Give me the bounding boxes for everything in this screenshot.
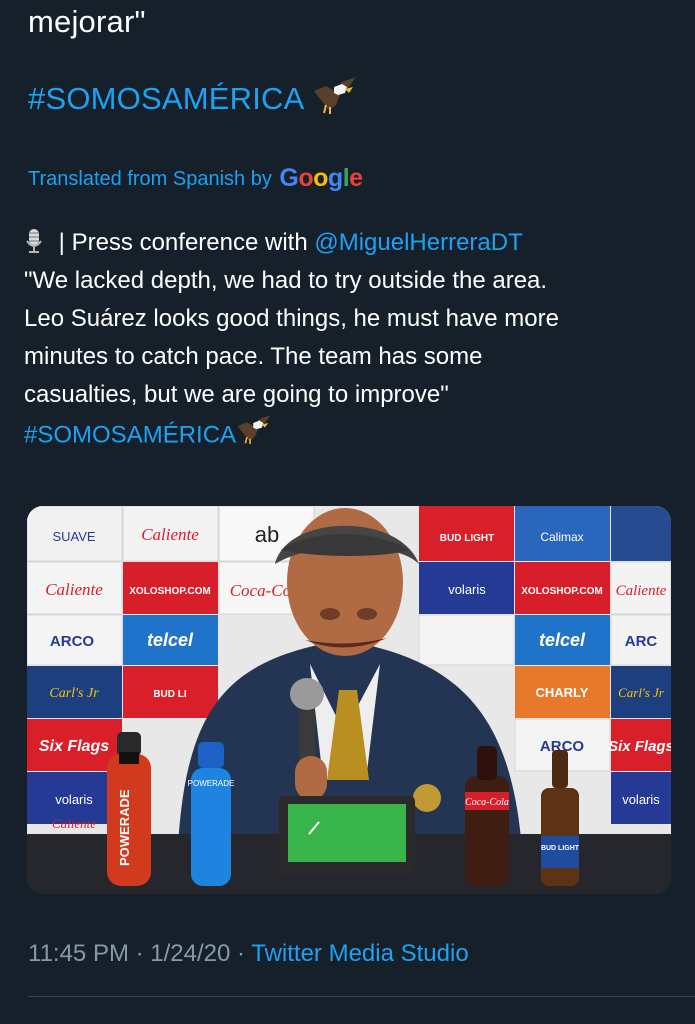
- sponsor-text: ARCO: [50, 633, 94, 650]
- translation-line: "We lacked depth, we had to try outside …: [24, 267, 548, 294]
- sponsor-text: BUD LIGHT: [440, 533, 494, 544]
- sponsor-text: XOLOSHOP.COM: [521, 586, 603, 597]
- eagle-emoji-icon: [236, 414, 272, 458]
- sponsor-text: XOLOSHOP.COM: [129, 586, 211, 597]
- sponsor-text: Calimax: [540, 530, 583, 544]
- tweet-timestamp: 11:45 PM · 1/24/20 ·: [28, 940, 252, 967]
- sponsor-text: Six Flags: [39, 738, 109, 755]
- tweet-media-photo[interactable]: SUAVE Caliente ab BUD LIGHT Calimax Cali…: [27, 506, 671, 894]
- original-text-line: mejorar": [28, 4, 146, 39]
- sponsor-text: Caliente: [616, 583, 667, 599]
- translation-intro: | Press conference with: [52, 229, 315, 256]
- translated-by-label: Translated from Spanish by: [28, 168, 272, 190]
- sponsor-text: Carl's Jr: [49, 686, 99, 701]
- sponsor-text: volaris: [448, 582, 486, 597]
- bottle-label: Coca-Cola: [465, 797, 509, 808]
- tweet-meta: 11:45 PM · 1/24/20 · Twitter Media Studi…: [28, 940, 469, 968]
- sponsor-text: telcel: [147, 630, 194, 650]
- translation-line: Leo Suárez looks good things, he must ha…: [24, 305, 559, 332]
- translation-hashtag-line: #SOMOSAMÉRICA: [24, 414, 684, 452]
- sponsor-text: telcel: [539, 630, 586, 650]
- sponsor-text: Caliente: [52, 816, 96, 831]
- bottle-label: BUD LIGHT: [541, 845, 580, 852]
- translated-tweet-text: | Press conference with @MiguelHerreraDT…: [24, 224, 684, 452]
- translation-line: casualties, but we are going to improve": [24, 381, 449, 408]
- sponsor-text: volaris: [622, 792, 660, 807]
- sponsor-text: CHARLY: [536, 685, 589, 700]
- hashtag-link[interactable]: #SOMOSAMÉRICA: [24, 421, 236, 448]
- eagle-emoji-icon: [312, 76, 358, 126]
- translation-line: | Press conference with @MiguelHerreraDT: [24, 224, 684, 262]
- mention-link[interactable]: @MiguelHerreraDT: [314, 229, 522, 256]
- divider: [28, 996, 695, 997]
- sponsor-text: SUAVE: [52, 529, 95, 544]
- google-logo: Google: [279, 164, 363, 192]
- original-hashtag-line: #SOMOSAMÉRICA: [28, 76, 358, 126]
- bottle-label: POWERADE: [188, 779, 235, 788]
- sponsor-text: volaris: [55, 792, 93, 807]
- microphone-emoji-icon: [24, 228, 44, 254]
- sponsor-text: Caliente: [141, 525, 199, 544]
- sponsor-text: Caliente: [45, 580, 103, 599]
- sponsor-text: Carl's Jr: [618, 685, 665, 700]
- sponsor-text: ab: [255, 522, 279, 547]
- sponsor-text: BUD LI: [153, 689, 187, 700]
- tweet-source-link[interactable]: Twitter Media Studio: [251, 940, 468, 967]
- bottle-label: POWERADE: [117, 789, 132, 866]
- hashtag-link[interactable]: #SOMOSAMÉRICA: [28, 81, 303, 116]
- press-conference-photo: SUAVE Caliente ab BUD LIGHT Calimax Cali…: [27, 506, 671, 894]
- sponsor-text: Six Flags: [608, 738, 671, 755]
- translated-by-line: Translated from Spanish by Google: [28, 164, 363, 193]
- translation-line: minutes to catch pace. The team has some: [24, 343, 483, 370]
- sponsor-text: ARC: [625, 633, 658, 650]
